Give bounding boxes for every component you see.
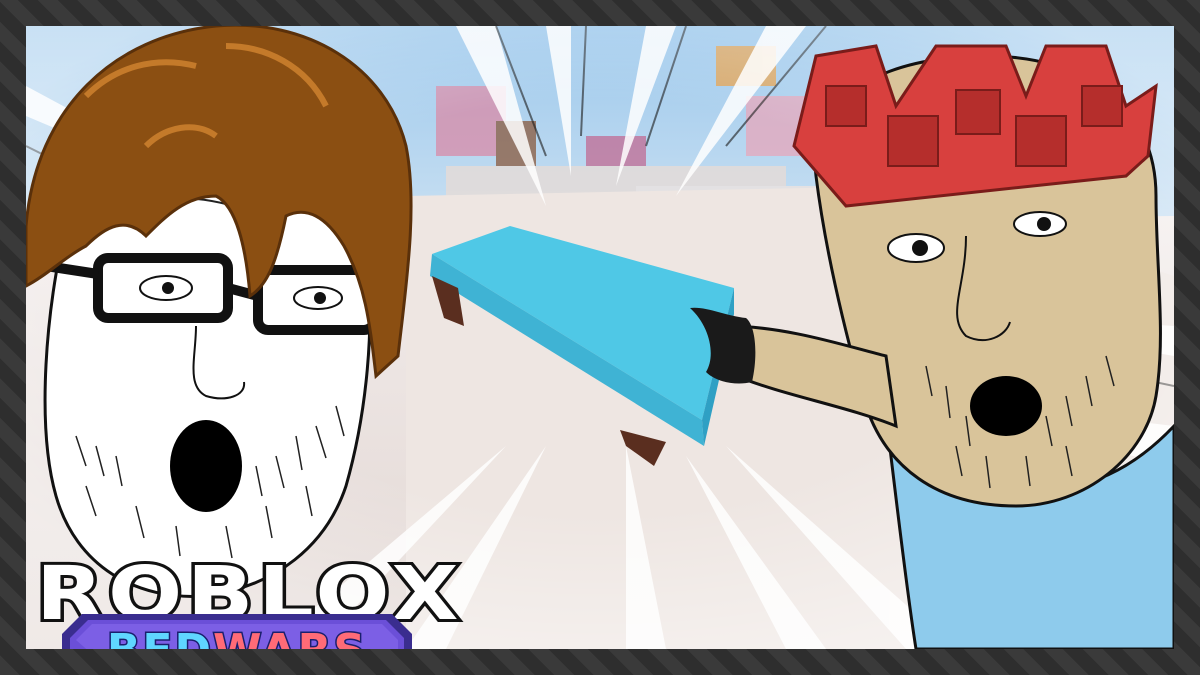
thumbnail-frame: ROBLOX BEDWARS [0, 0, 1200, 675]
right-mouth [970, 376, 1042, 436]
game-scene: ROBLOX BEDWARS [26, 26, 1174, 649]
bedwars-text: BEDWARS [62, 614, 412, 649]
bed-text: BED [105, 623, 213, 649]
wars-text: WARS [211, 623, 367, 649]
bedwars-badge: BEDWARS [62, 614, 412, 649]
left-mouth [170, 420, 242, 512]
